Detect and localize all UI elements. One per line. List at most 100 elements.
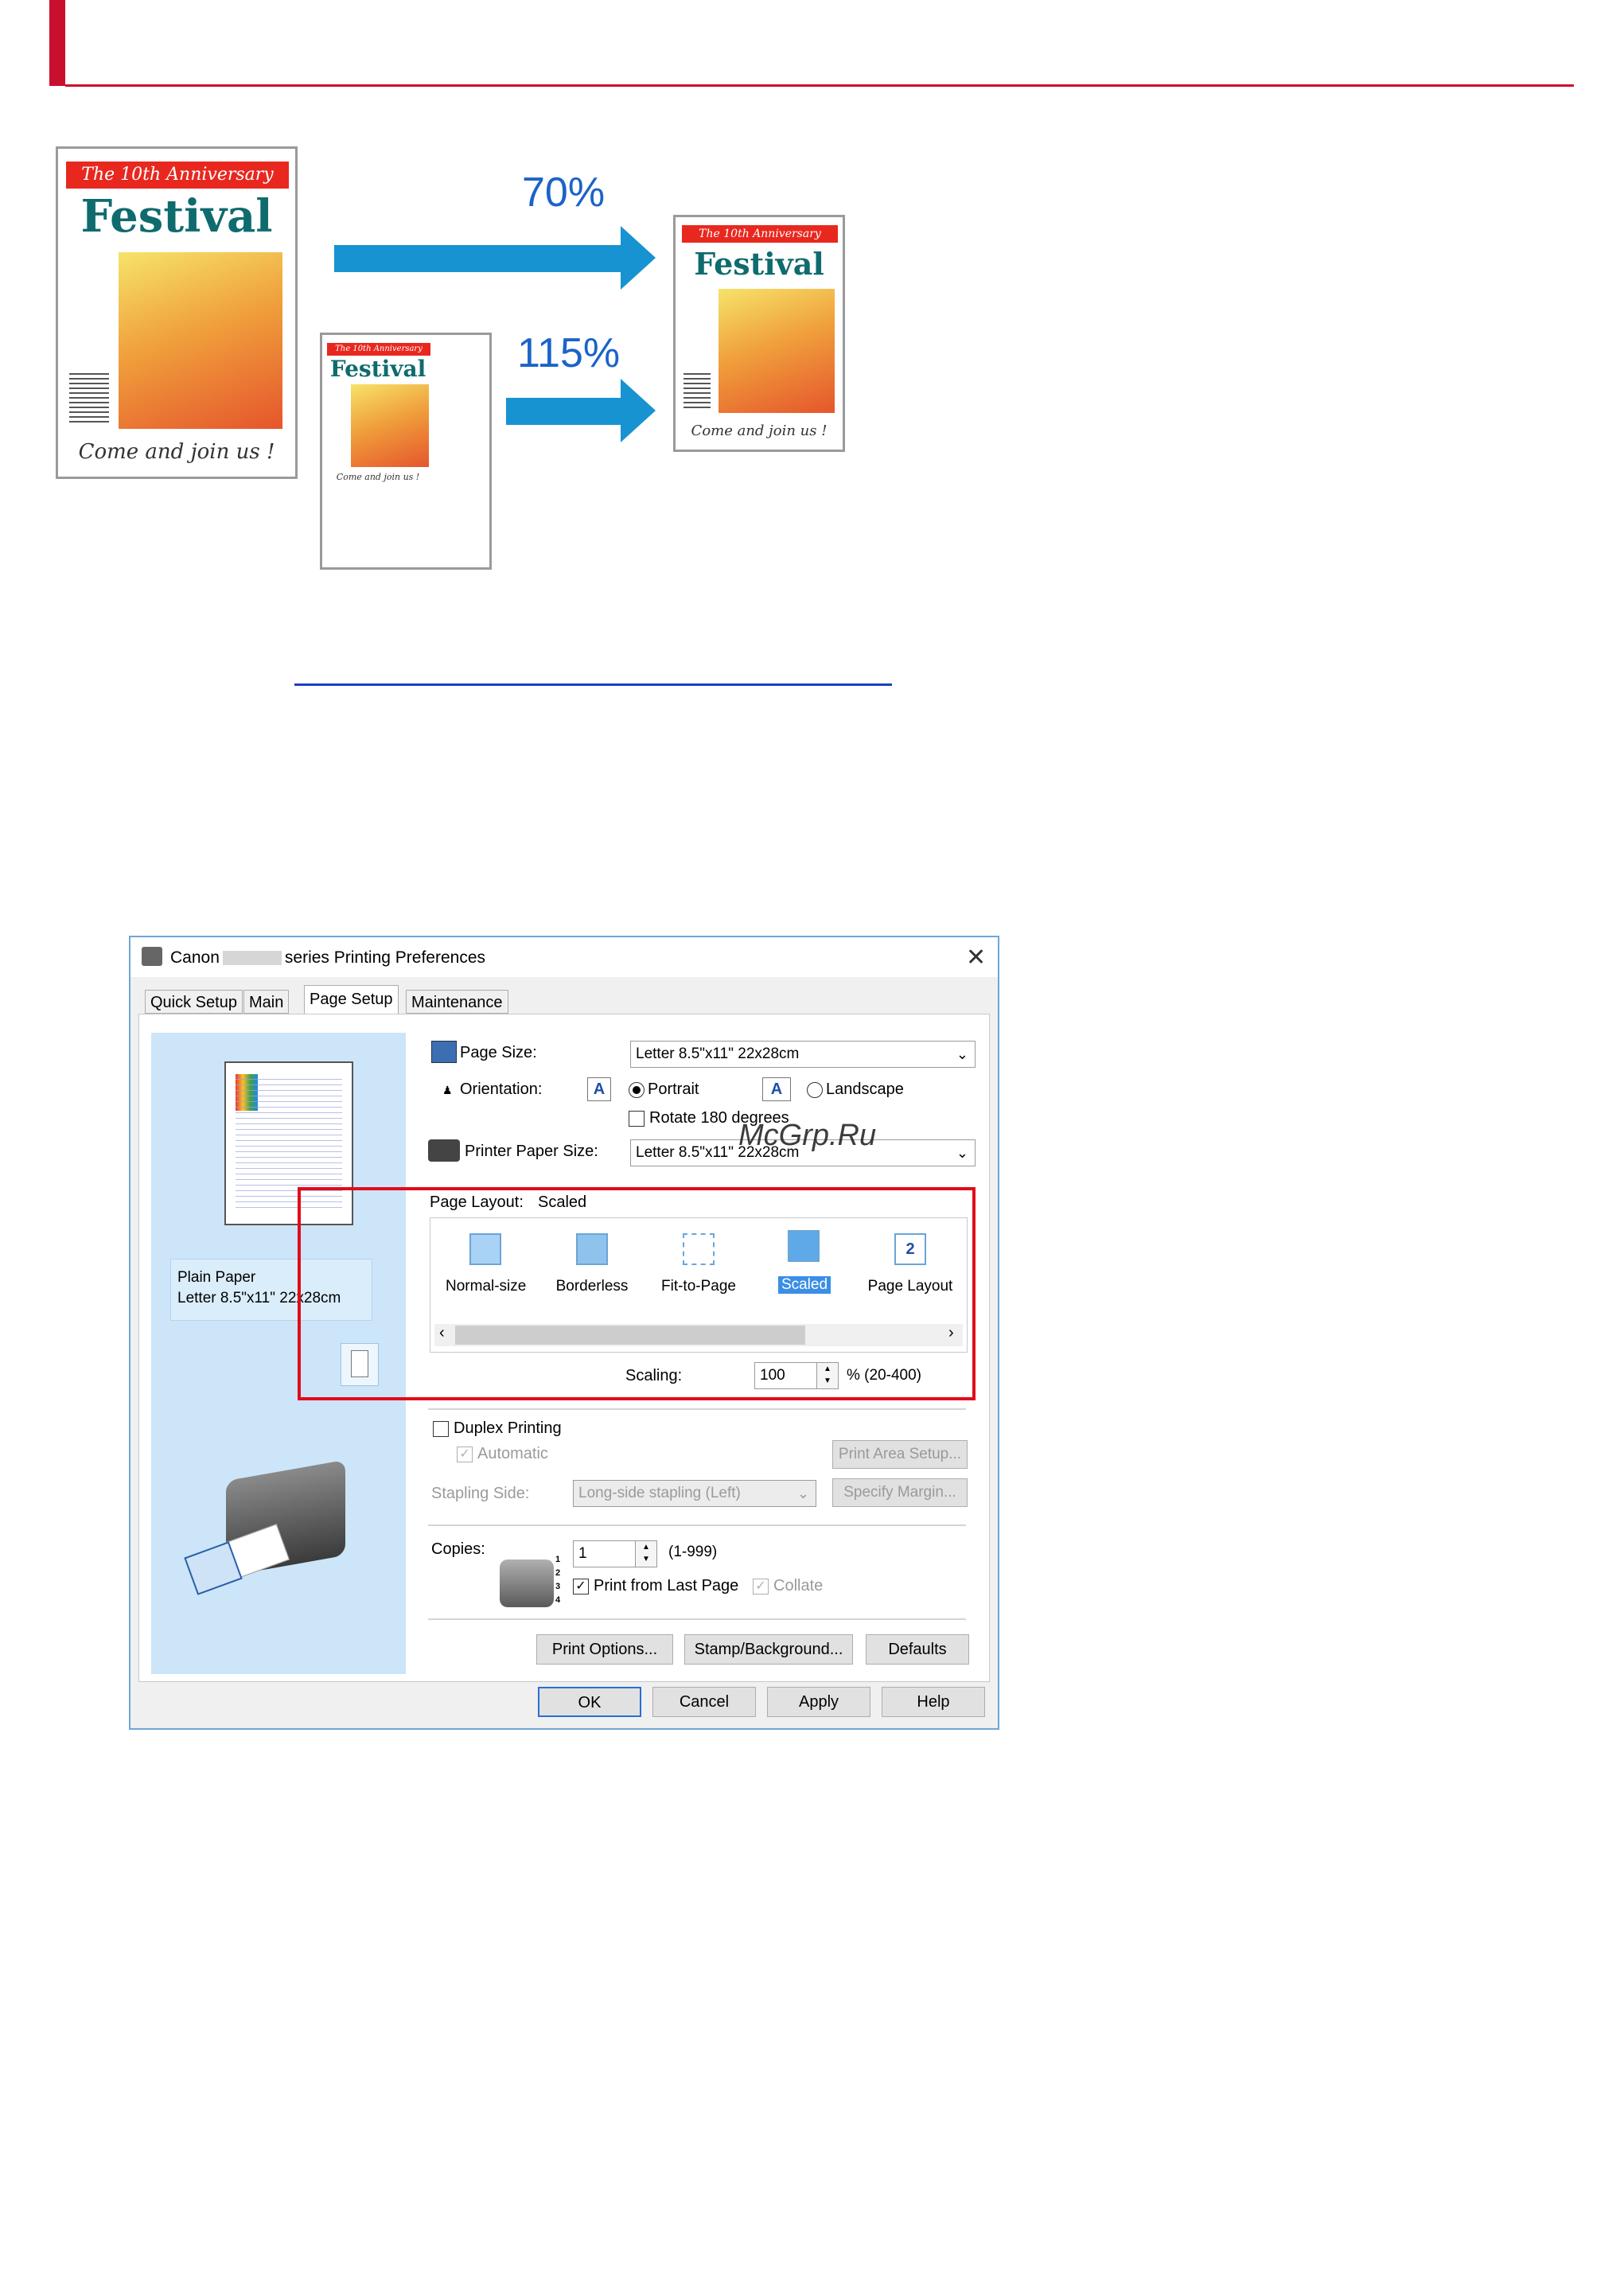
printer-icon: [142, 947, 162, 966]
print-from-last-page-label: Print from Last Page: [594, 1577, 739, 1595]
divider: [428, 1408, 966, 1410]
poster-result: The 10th Anniversary Festival Come and j…: [673, 215, 845, 452]
collate-checkbox[interactable]: ✓: [753, 1579, 769, 1595]
poster-title: Festival: [80, 190, 273, 243]
tab-page-setup[interactable]: Page Setup: [304, 985, 399, 1015]
page-scaled-70: The 10th Anniversary Festival Come and j…: [320, 333, 492, 570]
title-prefix: Canon: [170, 948, 220, 967]
printer-paper-size-label: Printer Paper Size:: [465, 1143, 598, 1160]
orientation-label: Orientation:: [460, 1081, 543, 1098]
scale-label-115: 115%: [517, 330, 621, 376]
layout-scaled[interactable]: Scaled: [778, 1276, 831, 1294]
copies-label: Copies:: [431, 1540, 485, 1558]
layout-page-layout[interactable]: Page Layout: [866, 1278, 955, 1295]
collate-label: Collate: [773, 1577, 824, 1595]
copies-range: (1-999): [668, 1544, 718, 1560]
close-icon[interactable]: ✕: [966, 944, 986, 972]
automatic-label: Automatic: [477, 1445, 548, 1462]
spin-arrows-icon[interactable]: ▲ ▼: [635, 1541, 656, 1567]
print-from-last-page-checkbox[interactable]: ✓: [573, 1579, 589, 1595]
tab-maintenance[interactable]: Maintenance: [406, 990, 508, 1014]
tab-quick-setup[interactable]: Quick Setup: [145, 990, 243, 1014]
layout-normal-size[interactable]: Normal-size: [446, 1278, 526, 1295]
layout-borderless[interactable]: Borderless: [552, 1278, 632, 1295]
page-size-icon: [431, 1041, 457, 1063]
landscape-icon: A: [762, 1077, 791, 1101]
dog-photo: [119, 252, 282, 429]
poster-original: The 10th Anniversary Festival Come and j…: [56, 146, 298, 479]
portrait-icon: A: [587, 1077, 611, 1101]
scroll-right-icon[interactable]: ›: [948, 1324, 954, 1342]
divider: [428, 1524, 966, 1526]
tab-main[interactable]: Main: [243, 990, 290, 1014]
scaled-icon[interactable]: [788, 1230, 820, 1262]
scroll-left-icon[interactable]: ‹: [439, 1324, 445, 1342]
help-button[interactable]: Help: [882, 1687, 985, 1717]
scaling-label: Scaling:: [625, 1367, 683, 1384]
divider: [428, 1618, 966, 1620]
poster-footer: Come and join us !: [336, 472, 420, 482]
fit-to-page-icon[interactable]: [683, 1233, 715, 1265]
page-order-icon: 1234: [555, 1555, 561, 1605]
stapling-side-label: Stapling Side:: [431, 1485, 530, 1502]
text-lines: [69, 373, 109, 426]
header-rule: [65, 84, 1574, 87]
poster-footer: Come and join us !: [691, 422, 828, 439]
poster-banner: The 10th Anniversary: [66, 162, 289, 189]
page-size-select[interactable]: Letter 8.5"x11" 22x28cm ⌄: [630, 1041, 976, 1068]
spin-arrows-icon[interactable]: ▲ ▼: [816, 1363, 838, 1388]
landscape-label: Landscape: [826, 1081, 904, 1098]
chevron-down-icon: ⌄: [796, 1485, 809, 1501]
page-layout-value: Scaled: [538, 1193, 587, 1211]
stamp-background-button[interactable]: Stamp/Background...: [684, 1634, 853, 1665]
layout-fit-to-page[interactable]: Fit-to-Page: [657, 1278, 740, 1295]
ok-button[interactable]: OK: [538, 1687, 641, 1717]
copies-input[interactable]: 1 ▲ ▼: [573, 1540, 657, 1567]
defaults-button[interactable]: Defaults: [866, 1634, 969, 1665]
normal-size-icon[interactable]: [469, 1233, 501, 1265]
copies-stack-icon: [500, 1559, 554, 1607]
print-area-setup-button[interactable]: Print Area Setup...: [832, 1440, 968, 1469]
poster-banner: The 10th Anniversary: [682, 225, 838, 243]
title-suffix: series Printing Preferences: [284, 948, 486, 967]
specify-margin-button[interactable]: Specify Margin...: [832, 1478, 968, 1507]
poster-title: Festival: [694, 246, 824, 282]
text-lines: [683, 373, 711, 408]
dog-photo: [351, 384, 429, 467]
orientation-icon: ♟: [442, 1084, 453, 1096]
chevron-down-icon: ⌄: [956, 1145, 968, 1161]
rotate-180-checkbox[interactable]: [629, 1111, 645, 1127]
landscape-radio[interactable]: [807, 1082, 823, 1098]
printer-paper-icon: [428, 1139, 460, 1162]
window-title: Canon series Printing Preferences: [170, 948, 485, 968]
poster-banner: The 10th Anniversary: [327, 343, 430, 356]
stapling-side-select[interactable]: Long-side stapling (Left) ⌄: [573, 1480, 816, 1507]
media-type: Plain Paper: [177, 1269, 256, 1286]
page-layout-label: Page Layout:: [430, 1193, 524, 1211]
apply-button[interactable]: Apply: [767, 1687, 870, 1717]
scaling-input[interactable]: 100 ▲ ▼: [754, 1362, 839, 1389]
borderless-icon[interactable]: [576, 1233, 608, 1265]
cancel-button[interactable]: Cancel: [652, 1687, 756, 1717]
duplex-printing-checkbox[interactable]: [433, 1421, 449, 1437]
page-layout-icon[interactable]: 2: [894, 1233, 926, 1265]
duplex-printing-label: Duplex Printing: [454, 1419, 562, 1437]
print-options-button[interactable]: Print Options...: [536, 1634, 673, 1665]
header-accent-bar: [49, 0, 65, 86]
copies-value: 1: [578, 1545, 587, 1562]
automatic-checkbox[interactable]: ✓: [457, 1447, 473, 1462]
poster-title: Festival: [329, 356, 426, 382]
portrait-label: Portrait: [648, 1081, 699, 1098]
portrait-radio[interactable]: [629, 1082, 645, 1098]
scaling-range: % (20-400): [847, 1367, 921, 1384]
page-size-value: Letter 8.5"x11" 22x28cm: [636, 1045, 800, 1062]
poster-footer: Come and join us !: [78, 440, 275, 464]
arrow-70-head: [621, 226, 656, 290]
page-size-label: Page Size:: [460, 1044, 537, 1061]
chevron-down-icon: ⌄: [956, 1046, 968, 1062]
link-underline[interactable]: [294, 683, 892, 686]
stapling-side-value: Long-side stapling (Left): [578, 1485, 741, 1501]
scrollbar-thumb[interactable]: [455, 1326, 805, 1345]
arrow-115: [506, 398, 637, 425]
scale-label-70: 70%: [522, 169, 606, 216]
